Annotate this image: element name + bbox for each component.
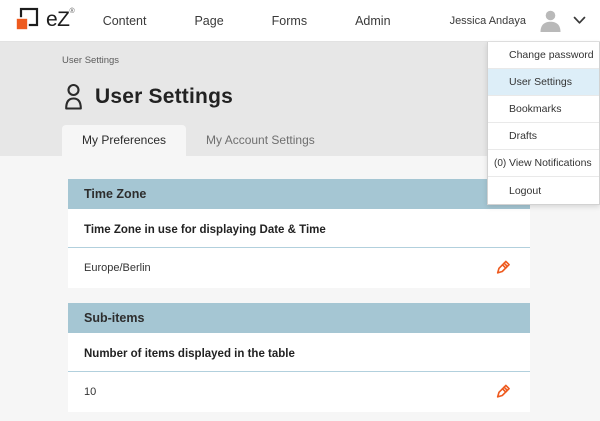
section-time-zone: Time Zone Time Zone in use for displayin… xyxy=(68,179,530,288)
edit-sub-items-button[interactable] xyxy=(491,380,514,404)
menu-item-label: Change password xyxy=(509,49,594,61)
section-sub-items: Sub-items Number of items displayed in t… xyxy=(68,303,530,412)
menu-item-label: Drafts xyxy=(509,130,537,142)
main-nav: Content Page Forms Admin xyxy=(103,14,391,28)
setting-value: 10 xyxy=(84,386,96,398)
setting-value: Europe/Berlin xyxy=(84,262,151,274)
pencil-icon xyxy=(493,390,512,405)
user-dropdown-menu: Change password User Settings Bookmarks … xyxy=(487,42,600,205)
user-menu-toggle[interactable]: Jessica Andaya xyxy=(450,7,586,34)
top-bar: eZ ® Content Page Forms Admin Jessica An… xyxy=(0,0,600,42)
chevron-down-icon[interactable] xyxy=(573,16,586,25)
setting-row: Europe/Berlin xyxy=(68,248,530,288)
user-name: Jessica Andaya xyxy=(450,15,526,27)
menu-item-change-password[interactable]: Change password xyxy=(488,42,599,69)
ez-logo-text: eZ xyxy=(46,7,70,33)
tab-my-preferences[interactable]: My Preferences xyxy=(62,125,186,156)
registered-mark: ® xyxy=(70,8,75,15)
setting-label: Number of items displayed in the table xyxy=(68,333,530,372)
menu-item-count: (0) xyxy=(494,158,509,169)
ez-logo[interactable]: eZ ® xyxy=(14,7,75,34)
menu-item-view-notifications[interactable]: (0) View Notifications xyxy=(488,150,599,177)
menu-item-bookmarks[interactable]: Bookmarks xyxy=(488,96,599,123)
page-title: User Settings xyxy=(95,85,233,109)
menu-item-label: View Notifications xyxy=(509,157,592,169)
section-header: Sub-items xyxy=(68,303,530,333)
edit-timezone-button[interactable] xyxy=(491,256,514,280)
setting-row: 10 xyxy=(68,372,530,412)
nav-item-page[interactable]: Page xyxy=(194,14,223,28)
pencil-icon xyxy=(493,266,512,281)
menu-item-drafts[interactable]: Drafts xyxy=(488,123,599,150)
section-title: Sub-items xyxy=(84,311,144,325)
tab-my-account-settings[interactable]: My Account Settings xyxy=(186,125,335,156)
person-icon xyxy=(62,83,85,110)
section-header: Time Zone xyxy=(68,179,530,209)
menu-item-logout[interactable]: Logout xyxy=(488,177,599,204)
menu-item-label: Bookmarks xyxy=(509,103,562,115)
nav-item-content[interactable]: Content xyxy=(103,14,147,28)
nav-item-forms[interactable]: Forms xyxy=(272,14,307,28)
menu-item-label: Logout xyxy=(509,185,541,197)
user-avatar-icon xyxy=(537,7,564,34)
menu-item-label: User Settings xyxy=(509,76,572,88)
section-title: Time Zone xyxy=(84,187,146,201)
setting-label: Time Zone in use for displaying Date & T… xyxy=(68,209,530,248)
nav-item-admin[interactable]: Admin xyxy=(355,14,390,28)
ez-logo-icon xyxy=(14,7,42,34)
section-body: Time Zone in use for displaying Date & T… xyxy=(68,209,530,288)
section-body: Number of items displayed in the table 1… xyxy=(68,333,530,412)
menu-item-user-settings[interactable]: User Settings xyxy=(488,69,599,96)
